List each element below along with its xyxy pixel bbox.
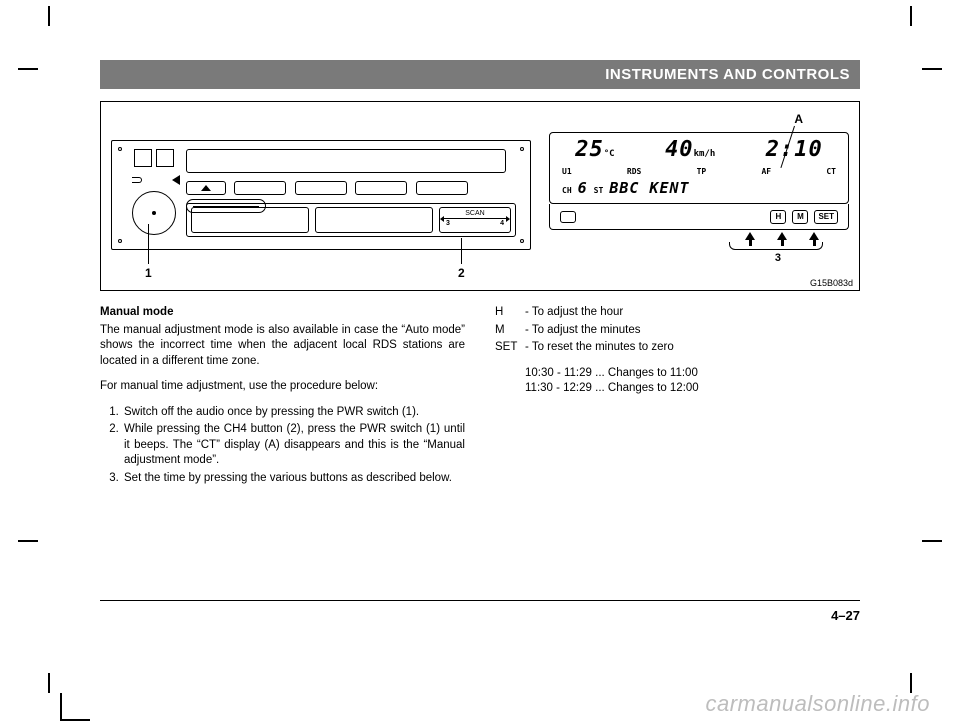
radio-button: [355, 181, 407, 195]
examples: 10:30 - 11:29 ... Changes to 11:00 11:30…: [525, 366, 860, 397]
temp-value: 25: [575, 137, 604, 162]
set-button: SET: [814, 210, 838, 224]
example-line: 11:30 - 12:29 ... Changes to 12:00: [525, 381, 860, 397]
content-area: INSTRUMENTS AND CONTROLS: [100, 60, 860, 488]
column-right: H- To adjust the hour M- To adjust the m…: [495, 305, 860, 488]
volume-icon: [172, 175, 180, 185]
crop-mark: [922, 68, 942, 70]
brace-line: [729, 242, 823, 250]
screw-icon: [520, 239, 524, 243]
temp-unit: °C: [604, 149, 615, 159]
radio-unit: SCAN 3 4: [111, 140, 531, 250]
manual-mode-p2: For manual time adjustment, use the proc…: [100, 379, 465, 395]
crop-mark: [48, 673, 50, 693]
crop-mark: [910, 6, 912, 26]
flag-u1: U1: [562, 167, 572, 176]
page-number: 4–27: [831, 608, 860, 623]
crop-mark: [18, 68, 38, 70]
lcd-row-1: 25°C 40km/h 2:10: [550, 137, 848, 162]
crop-mark: [60, 719, 90, 721]
radio-button: [234, 181, 286, 195]
station-name: BBC KENT: [609, 179, 689, 197]
clock-value: 2:10: [766, 137, 823, 162]
up-arrow-icon: [809, 232, 819, 240]
radio-button: [315, 207, 433, 233]
radio-button: [191, 207, 309, 233]
speaker-icon: [132, 177, 142, 183]
up-arrow-icon: [745, 232, 755, 240]
scan-arrow-icon: [444, 218, 506, 219]
crop-mark: [48, 6, 50, 26]
crop-mark: [18, 540, 38, 542]
def-key: SET: [495, 340, 525, 356]
flag-af: AF: [761, 167, 771, 176]
radio-display: [186, 149, 506, 173]
knob-area: [126, 177, 182, 241]
m-button: M: [792, 210, 808, 224]
crop-mark: [60, 693, 62, 721]
pwr-knob: [132, 191, 176, 235]
lcd-flags: U1 RDS TP AF CT: [562, 167, 836, 176]
cluster-display: A 25°C 40km/h 2:10 U1 RDS TP AF CT: [549, 132, 849, 256]
screw-icon: [118, 239, 122, 243]
step-item: Set the time by pressing the various but…: [122, 471, 465, 487]
scan-num-right: 4: [500, 220, 504, 227]
figure: SCAN 3 4 1 2 A: [100, 101, 860, 291]
definitions: H- To adjust the hour M- To adjust the m…: [495, 305, 860, 356]
screw-icon: [118, 147, 122, 151]
page: INSTRUMENTS AND CONTROLS: [0, 0, 960, 723]
callout-1: 1: [145, 266, 152, 280]
preset-button: [134, 149, 152, 167]
body-columns: Manual mode The manual adjustment mode i…: [100, 305, 860, 488]
scan-button: SCAN 3 4: [439, 207, 511, 233]
lcd-panel: 25°C 40km/h 2:10 U1 RDS TP AF CT CH 6: [549, 132, 849, 204]
watermark: carmanualsonline.info: [705, 691, 930, 717]
callout-a: A: [794, 112, 803, 126]
crop-mark: [910, 673, 912, 693]
column-left: Manual mode The manual adjustment mode i…: [100, 305, 465, 488]
up-arrow-icon: [777, 232, 787, 240]
def-val: - To reset the minutes to zero: [525, 340, 674, 356]
example-line: 10:30 - 11:29 ... Changes to 11:00: [525, 366, 860, 382]
brace: 3: [549, 242, 829, 256]
h-button: H: [770, 210, 786, 224]
figure-code: G15B083d: [810, 278, 853, 288]
radio-button: [416, 181, 468, 195]
lcd-row-3: CH 6 ST BBC KENT: [562, 179, 836, 197]
flag-ct: CT: [826, 167, 836, 176]
step-item: Switch off the audio once by pressing th…: [122, 405, 465, 421]
def-key: H: [495, 305, 525, 321]
footer-rule: [100, 600, 860, 601]
section-header: INSTRUMENTS AND CONTROLS: [100, 60, 860, 89]
step-item: While pressing the CH4 button (2), press…: [122, 422, 465, 469]
lower-button-row: SCAN 3 4: [186, 203, 516, 237]
st-label: ST: [594, 186, 604, 195]
ch-label: CH: [562, 186, 572, 195]
manual-mode-heading: Manual mode: [100, 305, 465, 321]
crop-mark: [922, 540, 942, 542]
flag-tp: TP: [697, 167, 707, 176]
radio-button: [295, 181, 347, 195]
ch-value: 6: [578, 179, 588, 197]
flag-rds: RDS: [627, 167, 641, 176]
speed-value: 40: [665, 137, 694, 162]
manual-mode-p1: The manual adjustment mode is also avail…: [100, 323, 465, 370]
steps-list: Switch off the audio once by pressing th…: [100, 405, 465, 487]
callout-2: 2: [458, 266, 465, 280]
blank-button-icon: [560, 211, 576, 223]
def-val: - To adjust the minutes: [525, 323, 641, 339]
callout-3: 3: [775, 252, 781, 264]
scan-label: SCAN: [465, 210, 484, 217]
preset-button: [156, 149, 174, 167]
cluster-buttons: H M SET: [549, 204, 849, 230]
leader-line: [148, 224, 149, 264]
speed-unit: km/h: [694, 149, 716, 159]
def-val: - To adjust the hour: [525, 305, 623, 321]
def-key: M: [495, 323, 525, 339]
scan-num-left: 3: [446, 220, 450, 227]
screw-icon: [520, 147, 524, 151]
eject-button-icon: [186, 181, 226, 195]
leader-line: [461, 238, 462, 264]
arrow-group: [549, 232, 849, 240]
